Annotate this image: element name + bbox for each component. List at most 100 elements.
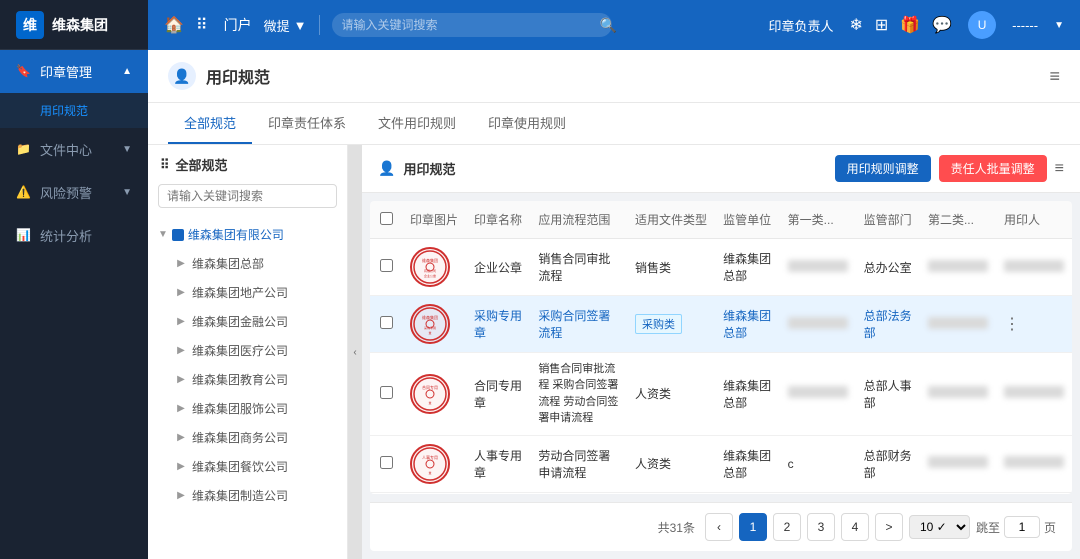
row3-dept: 总部人事部 — [856, 353, 920, 436]
home-icon[interactable]: 🏠 — [164, 15, 184, 35]
grid2-icon[interactable]: ⊞ — [875, 15, 888, 35]
message-icon[interactable]: 💬 — [932, 15, 952, 35]
tree-node-row-root[interactable]: ▼ 维森集团有限公司 — [148, 220, 347, 249]
tab-use-rules[interactable]: 印章使用规则 — [472, 103, 582, 144]
row2-actions: ⋮ — [996, 296, 1072, 353]
page-jump-input[interactable] — [1004, 516, 1040, 538]
row5-flow: 住房公积金提取流程 并具养老保险参保证明流程 信贷述款业务流程 美元来款入账申请… — [530, 492, 627, 494]
row2-flow: 采购合同签署流程 — [530, 296, 627, 353]
pagination: 共31条 ‹ 1 2 3 4 > 10 ✓ 20 50 跳至 页 — [370, 502, 1072, 551]
row1-checkbox-cell — [370, 239, 402, 296]
sidebar-item-risk-warning[interactable]: ⚠️ 风险预警 ▼ — [0, 171, 148, 214]
row3-org: 维森集团总部 — [715, 353, 780, 436]
logo-icon: 维 — [16, 11, 44, 39]
search-input[interactable] — [332, 13, 612, 37]
sidebar-item-file-center[interactable]: 📁 文件中心 ▼ — [0, 128, 148, 171]
col-stamp-name: 印章名称 — [466, 201, 530, 239]
sidebar-item-stamp-rules[interactable]: 用印规范 — [0, 93, 148, 128]
tree-child-hq[interactable]: ▶ 维森集团总部 — [164, 249, 347, 278]
svg-text:企业公章: 企业公章 — [424, 273, 436, 278]
row3-stamp-name: 合同专用章 — [466, 353, 530, 436]
module-dropdown[interactable]: 微提 ▼ — [264, 16, 307, 35]
col-user: 用印人 — [996, 201, 1072, 239]
svg-text:有限公司: 有限公司 — [424, 268, 436, 273]
row3-col6 — [780, 353, 856, 436]
tree-child-realty[interactable]: ▶ 维森集团地产公司 — [164, 278, 347, 307]
stamp-svg-4: 人事专用 章 — [412, 446, 448, 482]
page-next-btn[interactable]: > — [875, 513, 903, 541]
row1-flow: 销售合同审批流程 — [530, 239, 627, 296]
row4-org: 维森集团总部 — [715, 435, 780, 492]
row1-checkbox[interactable] — [380, 259, 393, 272]
tree-child-business[interactable]: ▶ 维森集团商务公司 — [164, 423, 347, 452]
tree-icon: ⠿ — [160, 157, 170, 173]
sidebar-item-stats[interactable]: 📊 统计分析 — [0, 214, 148, 257]
svg-text:采购专用: 采购专用 — [424, 325, 436, 330]
row4-stamp-name: 人事专用章 — [466, 435, 530, 492]
page-header-icon: 👤 — [168, 62, 196, 90]
table-row: 人事专用 章 人事专用章 劳动合同签署申请流程 人资类 维森集团总部 c — [370, 435, 1072, 492]
tab-file-rules[interactable]: 文件用印规则 — [362, 103, 472, 144]
page-btn-3[interactable]: 3 — [807, 513, 835, 541]
toolbar-icon: 👤 — [378, 160, 395, 177]
btn-add-rule[interactable]: 用印规则调整 — [835, 155, 931, 182]
tab-all-rules[interactable]: 全部规范 — [168, 103, 252, 144]
toggle-icon: ▼ — [158, 229, 168, 240]
row2-org: 维森集团总部 — [715, 296, 780, 353]
logo-text: 维森集团 — [52, 15, 108, 35]
btn-batch[interactable]: 责任人批量调整 — [939, 155, 1047, 182]
row2-more-icon[interactable]: ⋮ — [1004, 316, 1020, 333]
row3-checkbox[interactable] — [380, 386, 393, 399]
row4-file-type: 人资类 — [627, 435, 715, 492]
tree-child-finance[interactable]: ▶ 维森集团金融公司 — [164, 307, 347, 336]
row1-file-type: 销售类 — [627, 239, 715, 296]
snowflake-icon[interactable]: ❄ — [849, 15, 862, 35]
table-toolbar: 👤 用印规范 用印规则调整 责任人批量调整 ≡ — [362, 145, 1080, 193]
user-avatar[interactable]: U — [968, 11, 996, 39]
svg-text:合同专用: 合同专用 — [422, 384, 438, 390]
sidebar-item-stamp-mgmt[interactable]: 🔖 印章管理 ▲ — [0, 50, 148, 93]
toolbar-menu-icon[interactable]: ≡ — [1055, 160, 1064, 178]
table-body: 维森集团 有限公司 企业公章 企业公章 销售合同审批流程 销售类 维森 — [370, 239, 1072, 495]
sidebar-menu: 🔖 印章管理 ▲ 用印规范 📁 文件中心 ▼ ⚠️ 风险预警 ▼ 📊 统计分析 — [0, 50, 148, 559]
row2-stamp-img: 维森集团 采购专用 章 — [402, 296, 466, 353]
row1-stamp-name: 企业公章 — [466, 239, 530, 296]
portal-label[interactable]: 门户 — [224, 15, 252, 35]
tree-child-manufacturing[interactable]: ▶ 维森集团制造公司 — [164, 481, 347, 510]
jump-label: 跳至 — [976, 519, 1000, 536]
row5-user — [996, 492, 1072, 494]
username-label: ------ — [1012, 18, 1038, 33]
page-btn-2[interactable]: 2 — [773, 513, 801, 541]
page-size-select[interactable]: 10 ✓ 20 50 — [909, 515, 970, 539]
page-prev-btn[interactable]: ‹ — [705, 513, 733, 541]
tree-children: ▶ 维森集团总部 ▶ 维森集团地产公司 ▶ 维森集团金融公司 — [148, 249, 347, 510]
stamp-svg-1: 维森集团 有限公司 企业公章 — [412, 249, 448, 285]
tree-child-catering[interactable]: ▶ 维森集团餐饮公司 — [164, 452, 347, 481]
grid-icon[interactable]: ⠿ — [196, 15, 208, 35]
table-row: 维森集团 有限公司 企业公章 企业公章 销售合同审批流程 销售类 维森 — [370, 239, 1072, 296]
row5-checkbox-cell — [370, 492, 402, 494]
row5-col6 — [780, 492, 856, 494]
row3-file-type: 人资类 — [627, 353, 715, 436]
tree-child-medical[interactable]: ▶ 维森集团医疗公司 — [164, 336, 347, 365]
row4-checkbox[interactable] — [380, 456, 393, 469]
gift-icon[interactable]: 🎁 — [900, 15, 920, 35]
table-header-row: 印章图片 印章名称 应用流程范围 适用文件类型 监管单位 第一类... 监管部门… — [370, 201, 1072, 239]
top-nav: 🏠 ⠿ 门户 微提 ▼ 🔍 印章负责人 ❄ ⊞ 🎁 💬 U ------ ▼ — [148, 0, 1080, 50]
search-icon[interactable]: 🔍 — [600, 17, 617, 34]
page-btn-4[interactable]: 4 — [841, 513, 869, 541]
select-all-checkbox[interactable] — [380, 212, 393, 225]
stamp-image-4: 人事专用 章 — [410, 444, 450, 484]
page-actions-icon[interactable]: ≡ — [1049, 66, 1060, 87]
user-dropdown-arrow[interactable]: ▼ — [1054, 20, 1064, 31]
stamp-svg-3: 合同专用 章 — [412, 376, 448, 412]
tab-responsibility[interactable]: 印章责任体系 — [252, 103, 362, 144]
tree-child-education[interactable]: ▶ 维森集团教育公司 — [164, 365, 347, 394]
search-box — [332, 13, 612, 37]
row2-file-type: 采购类 — [627, 296, 715, 353]
tree-search-input[interactable] — [158, 184, 337, 208]
page-btn-1[interactable]: 1 — [739, 513, 767, 541]
panel-collapse-handle[interactable]: ‹ — [348, 145, 362, 559]
tree-child-fashion[interactable]: ▶ 维森集团服饰公司 — [164, 394, 347, 423]
row2-checkbox[interactable] — [380, 316, 393, 329]
